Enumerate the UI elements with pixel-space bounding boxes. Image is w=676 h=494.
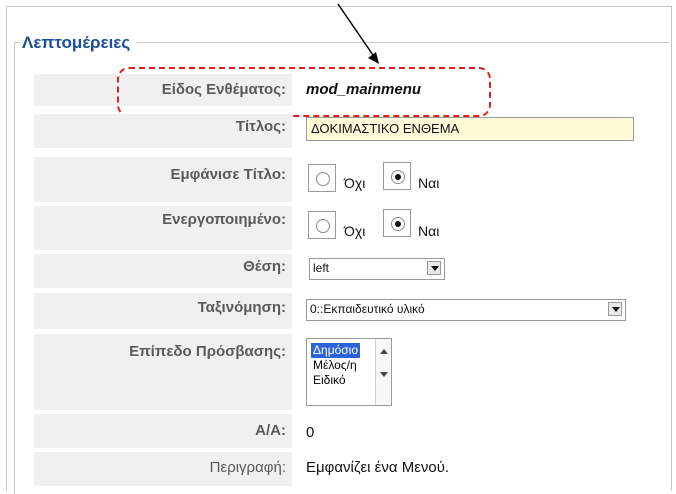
scroll-up-icon[interactable] — [380, 349, 388, 354]
access-listbox-scrollbar[interactable] — [375, 339, 391, 405]
radio-on-icon — [391, 217, 405, 231]
row-order: Ταξινόμηση: 0::Εκπαιδευτικό υλικό — [34, 293, 666, 329]
radio-off-icon — [316, 219, 330, 233]
position-select-value: left — [313, 261, 330, 275]
description-label: Περιγραφή: — [34, 452, 292, 486]
show-title-label: Εμφάνισε Τίτλο: — [34, 157, 292, 202]
row-position: Θέση: left — [34, 254, 666, 288]
row-description: Περιγραφή: Εμφανίζει ένα Μενού. — [34, 452, 666, 486]
radio-on-icon — [391, 170, 405, 184]
enabled-label: Ενεργοποιημένο: — [34, 206, 292, 250]
row-title: Τίτλος: ΔΟΚΙΜΑΣΤΙΚΟ ΕΝΘΕΜΑ — [34, 114, 666, 148]
order-select-value: 0::Εκπαιδευτικό υλικό — [310, 302, 425, 316]
order-label: Ταξινόμηση: — [34, 293, 292, 329]
access-level-listbox[interactable]: Δημόσιο Μέλος/η Ειδικό — [306, 338, 392, 406]
row-show-title: Εμφάνισε Τίτλο: Όχι Ναι — [34, 157, 666, 202]
position-label: Θέση: — [34, 254, 292, 288]
position-select[interactable]: left — [309, 258, 445, 280]
order-select[interactable]: 0::Εκπαιδευτικό υλικό — [306, 299, 626, 321]
row-enabled: Ενεργοποιημένο: Όχι Ναι — [34, 206, 666, 250]
id-label: Α/Α: — [34, 414, 292, 448]
radio-off-icon — [316, 172, 330, 186]
enabled-no-radio[interactable] — [308, 211, 336, 239]
chevron-down-icon[interactable] — [427, 261, 441, 275]
chevron-down-icon[interactable] — [608, 302, 622, 316]
show-title-yes-label: Ναι — [418, 175, 440, 191]
details-legend: Λεπτομέρειες — [20, 33, 137, 53]
access-option[interactable]: Μέλος/η — [311, 358, 360, 373]
access-option[interactable]: Ειδικό — [311, 373, 360, 388]
access-option[interactable]: Δημόσιο — [311, 343, 361, 358]
description-value: Εμφανίζει ένα Μενού. — [306, 459, 450, 476]
row-access-level: Επίπεδο Πρόσβασης: Δημόσιο Μέλος/η Ειδικ… — [34, 334, 666, 410]
annotation-highlight-box — [117, 67, 491, 117]
access-level-label: Επίπεδο Πρόσβασης: — [34, 334, 292, 410]
enabled-yes-label: Ναι — [418, 223, 440, 239]
scroll-down-icon[interactable] — [380, 372, 388, 377]
enabled-yes-radio[interactable] — [383, 209, 411, 237]
title-input[interactable]: ΔΟΚΙΜΑΣΤΙΚΟ ΕΝΘΕΜΑ — [306, 117, 634, 141]
title-label: Τίτλος: — [34, 114, 292, 148]
row-id: Α/Α: 0 — [34, 414, 666, 448]
module-details-page: Λεπτομέρειες Είδος Ενθέματος: mod_mainme… — [0, 0, 676, 494]
show-title-yes-radio[interactable] — [383, 162, 411, 190]
enabled-no-label: Όχι — [344, 223, 366, 239]
show-title-no-label: Όχι — [344, 175, 366, 191]
show-title-no-radio[interactable] — [308, 164, 336, 192]
id-value: 0 — [306, 424, 315, 441]
